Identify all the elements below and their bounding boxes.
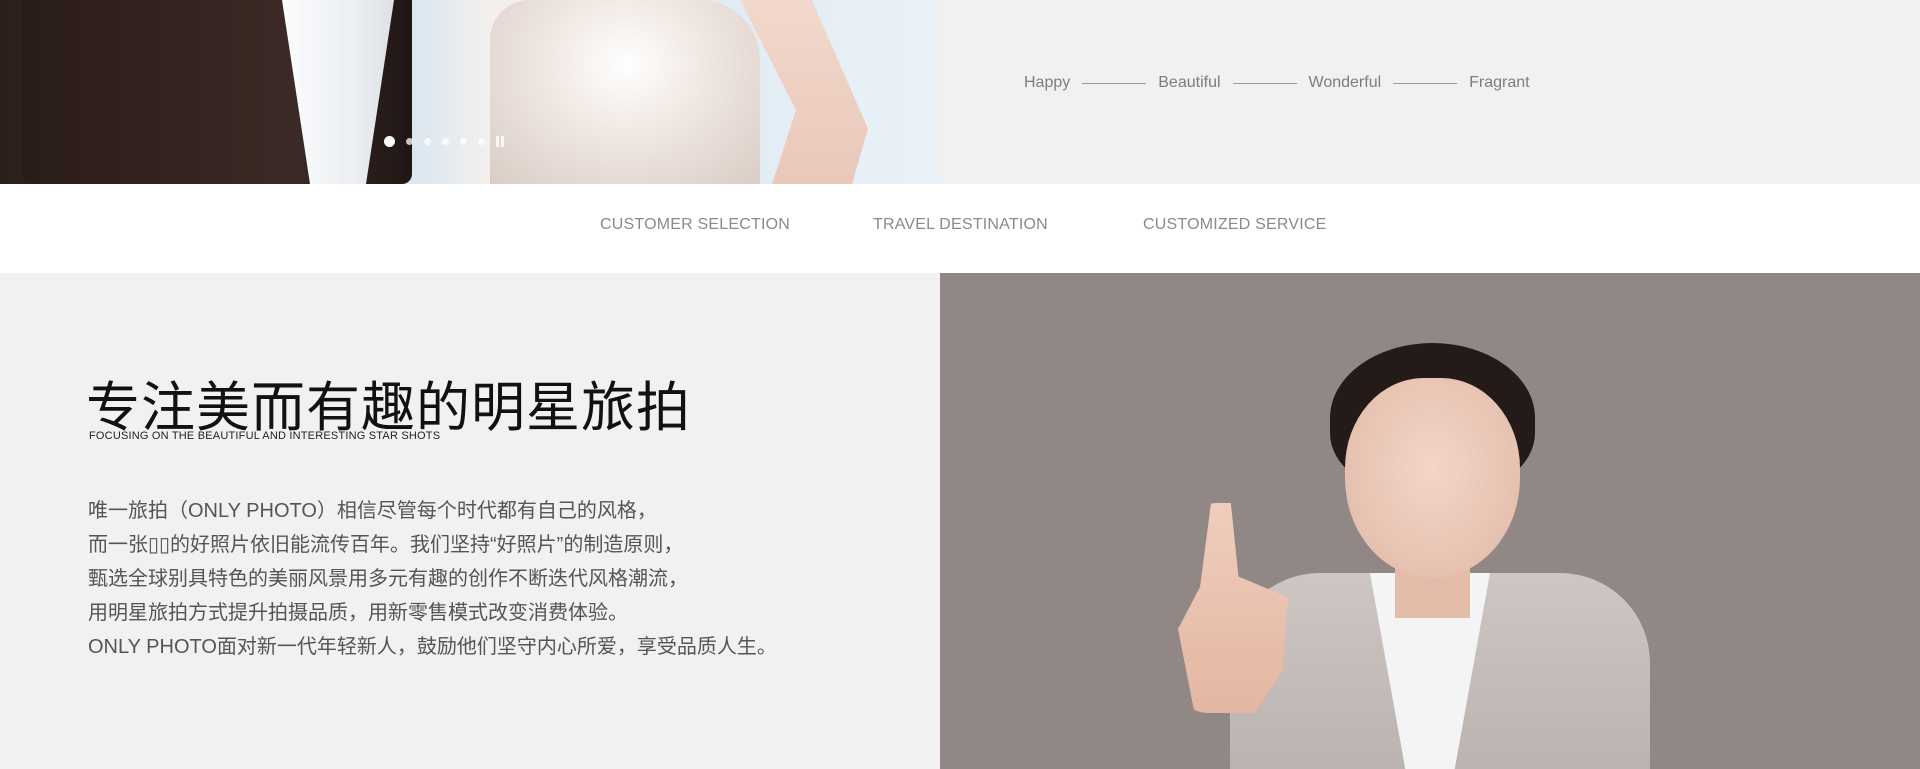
intro-line-2: 而一张▯▯的好照片依旧能流传百年。我们坚持“好照片”的制造原则， (88, 534, 684, 556)
carousel-dot-1[interactable] (384, 136, 395, 147)
keyword-happy: Happy (1024, 74, 1071, 91)
keyword-wonderful: Wonderful (1308, 74, 1382, 91)
intro-subtitle: FOCUSING ON THE BEAUTIFUL AND INTERESTIN… (89, 430, 441, 442)
intro-section: 专注美而有趣的明星旅拍 FOCUSING ON THE BEAUTIFUL AN… (0, 273, 940, 769)
nav-customer-selection[interactable]: CUSTOMER SELECTION (600, 216, 790, 234)
carousel-dot-4[interactable] (442, 138, 449, 145)
keyword-beautiful: Beautiful (1158, 74, 1221, 91)
bride-dress-graphic (490, 0, 760, 184)
intro-paragraph: 唯一旅拍（ONLY PHOTO）相信尽管每个时代都有自己的风格， 而一张▯▯的好… (88, 494, 928, 664)
carousel-dot-3[interactable] (424, 138, 431, 145)
portrait-hand-graphic (1178, 503, 1288, 713)
section-nav: CUSTOMER SELECTION TRAVEL DESTINATION CU… (0, 184, 1920, 273)
hero-keywords: Happy Beautiful Wonderful Fragrant (1024, 74, 1530, 92)
carousel-dot-2[interactable] (406, 138, 413, 145)
intro-line-3: 甄选全球别具特色的美丽风景用多元有趣的创作不断迭代风格潮流， (88, 568, 688, 590)
keyword-divider (1232, 82, 1297, 84)
hero-section: Happy Beautiful Wonderful Fragrant (0, 0, 1920, 184)
intro-line-4: 用明星旅拍方式提升拍摄品质，用新零售模式改变消费体验。 (88, 602, 628, 624)
carousel-pause-icon[interactable] (496, 136, 504, 147)
carousel-pagination (384, 136, 504, 147)
intro-line-1: 唯一旅拍（ONLY PHOTO）相信尽管每个时代都有自己的风格， (88, 500, 657, 522)
nav-customized-service[interactable]: CUSTOMIZED SERVICE (1143, 216, 1326, 234)
nav-travel-destination[interactable]: TRAVEL DESTINATION (873, 216, 1048, 234)
keyword-divider (1393, 82, 1458, 84)
portrait-face-graphic (1345, 378, 1520, 578)
bride-arm-graphic (740, 0, 868, 184)
intro-line-5: ONLY PHOTO面对新一代年轻新人，鼓励他们坚守内心所爱，享受品质人生。 (88, 636, 777, 658)
carousel-dot-5[interactable] (460, 138, 467, 145)
keyword-fragrant: Fragrant (1469, 74, 1530, 91)
celebrity-portrait (940, 273, 1920, 769)
carousel-dot-6[interactable] (478, 138, 485, 145)
hero-carousel-image[interactable] (0, 0, 940, 184)
keyword-divider (1082, 82, 1147, 84)
